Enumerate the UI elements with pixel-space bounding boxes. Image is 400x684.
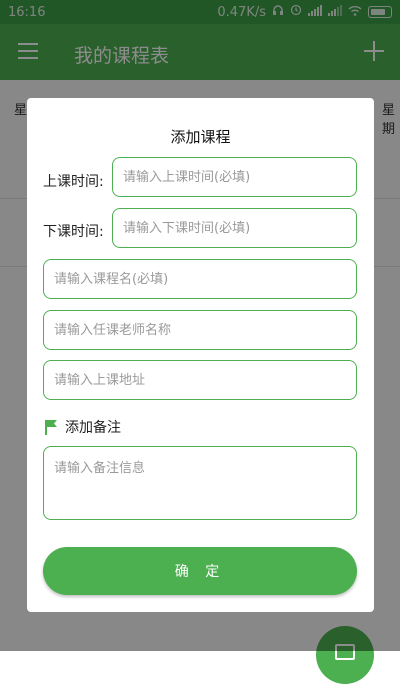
confirm-button[interactable]: 确 定: [43, 547, 357, 595]
end-time-label: 下课时间:: [43, 224, 104, 240]
dialog-title: 添加课程: [170, 128, 231, 146]
add-note-toggle[interactable]: 添加备注: [43, 417, 121, 437]
start-time-label: 上课时间:: [43, 174, 104, 190]
location-input[interactable]: [43, 360, 357, 400]
start-time-input[interactable]: [112, 157, 357, 197]
teacher-name-input[interactable]: [43, 310, 357, 350]
course-name-input[interactable]: [43, 259, 357, 299]
note-textarea[interactable]: [43, 446, 357, 520]
add-course-dialog: 添加课程 上课时间: 下课时间: 添加备注 确 定: [27, 98, 374, 612]
add-note-label: 添加备注: [65, 420, 121, 436]
end-time-input[interactable]: [112, 208, 357, 248]
flag-icon: [43, 419, 59, 435]
